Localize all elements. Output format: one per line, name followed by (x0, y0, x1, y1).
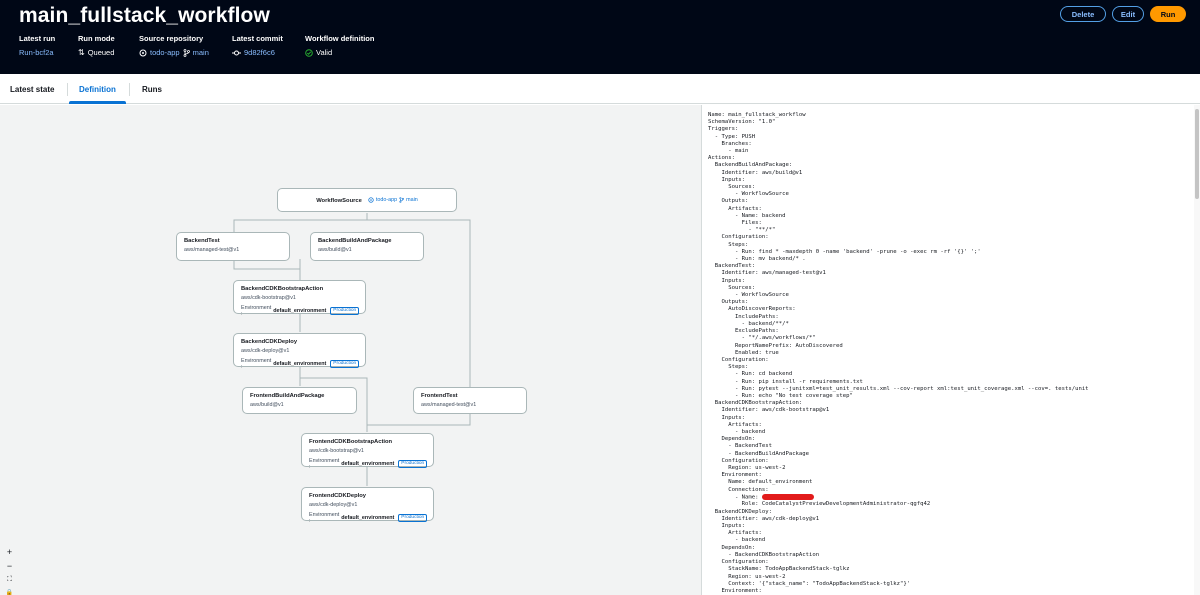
environment-label: Environment : (241, 358, 272, 370)
workflow-header: main_fullstack_workflow Latest run Run-b… (0, 0, 1200, 74)
yaml-text-before: Name: main_fullstack_workflow SchemaVers… (708, 112, 1089, 501)
workflow-definition-field: Workflow definition Valid (305, 34, 374, 57)
node-environment: Environment : default_environment Produc… (241, 358, 360, 370)
node-name: FrontendCDKBootstrapAction (309, 439, 393, 445)
tab-runs[interactable]: Runs (142, 74, 162, 104)
environment-badge: Production (330, 307, 360, 315)
queue-icon: ⇅ (78, 47, 85, 57)
node-environment: Environment : default_environment Produc… (309, 458, 428, 470)
branch-icon (183, 48, 190, 57)
latest-run-field: Latest run Run-bcf2a (19, 34, 55, 57)
environment-label: Environment : (309, 512, 340, 524)
node-environment: Environment : default_environment Produc… (241, 305, 360, 317)
workflow-definition-label: Workflow definition (305, 34, 375, 43)
header-actions: Delete Edit Run (1060, 6, 1186, 22)
action-node-frontend-test[interactable]: FrontendTest aws/managed-test@v1 (413, 387, 527, 414)
check-circle-icon (305, 48, 313, 57)
node-identifier: aws/managed-test@v1 (184, 247, 240, 253)
zoom-out-button[interactable]: − (3, 559, 16, 572)
node-name: BackendTest (184, 238, 220, 244)
latest-commit-value: 9d82f6c6 (232, 48, 283, 57)
node-identifier: aws/build@v1 (250, 402, 284, 408)
latest-run-link[interactable]: Run-bcf2a (19, 48, 55, 57)
environment-badge: Production (330, 360, 360, 368)
workflow-source-node[interactable]: WorkflowSource todo-app main (277, 188, 457, 212)
run-mode-value-wrap: ⇅ Queued (78, 48, 115, 57)
latest-run-label: Latest run (19, 34, 56, 43)
environment-name: default_environment (273, 308, 327, 314)
workflow-graph-canvas[interactable]: WorkflowSource todo-app main BackendTest… (0, 105, 701, 595)
tab-definition[interactable]: Definition (69, 74, 126, 104)
node-identifier: aws/cdk-bootstrap@v1 (309, 448, 364, 454)
yaml-definition-panel[interactable]: Name: main_fullstack_workflow SchemaVers… (701, 105, 1200, 595)
run-mode-field: Run mode ⇅ Queued (78, 34, 115, 57)
tab-latest-state[interactable]: Latest state (10, 74, 54, 104)
workflow-definition-status: Valid (316, 48, 333, 57)
action-node-frontend-build-and-package[interactable]: FrontendBuildAndPackage aws/build@v1 (242, 387, 357, 414)
zoom-in-button[interactable]: + (3, 545, 16, 558)
commit-link[interactable]: 9d82f6c6 (244, 48, 275, 57)
repo-link[interactable]: todo-app (150, 48, 180, 57)
action-node-backend-cdk-bootstrap[interactable]: BackendCDKBootstrapAction aws/cdk-bootst… (233, 280, 366, 317)
node-name: BackendBuildAndPackage (318, 238, 392, 244)
yaml-scrollbar[interactable] (1194, 105, 1200, 595)
commit-icon (232, 50, 241, 55)
action-node-frontend-cdk-bootstrap[interactable]: FrontendCDKBootstrapAction aws/cdk-boots… (301, 433, 434, 470)
source-repository-label: Source repository (139, 34, 204, 43)
delete-button[interactable]: Delete (1060, 6, 1106, 22)
environment-name: default_environment (341, 515, 395, 521)
scrollbar-thumb[interactable] (1195, 109, 1199, 199)
repo-icon (368, 197, 374, 203)
node-identifier: aws/managed-test@v1 (421, 402, 477, 408)
node-environment: Environment : default_environment Produc… (309, 512, 428, 524)
tab-bar: Latest state Definition Runs (0, 74, 1200, 104)
node-identifier: aws/build@v1 (318, 247, 352, 253)
node-name: FrontendCDKDeploy (309, 493, 367, 499)
action-node-backend-build-and-package[interactable]: BackendBuildAndPackage aws/build@v1 (310, 232, 424, 261)
environment-label: Environment : (241, 305, 272, 317)
node-identifier: aws/cdk-deploy@v1 (241, 348, 290, 354)
branch-icon (399, 197, 405, 203)
node-name: FrontendTest (421, 393, 458, 399)
node-branch-link[interactable]: main (406, 197, 418, 203)
tab-divider (67, 83, 68, 96)
node-identifier: aws/cdk-deploy@v1 (309, 502, 358, 508)
workflow-definition-value: Valid (305, 48, 374, 57)
lock-view-button[interactable]: 🔒 (3, 586, 16, 595)
node-name: WorkflowSource (316, 197, 362, 204)
source-repository-value: todo-app main (139, 48, 209, 57)
action-node-frontend-cdk-deploy[interactable]: FrontendCDKDeploy aws/cdk-deploy@v1 Envi… (301, 487, 434, 524)
redaction-mark (761, 493, 814, 500)
fit-view-button[interactable]: ⛶ (3, 573, 16, 586)
environment-badge: Production (398, 514, 428, 522)
action-node-backend-test[interactable]: BackendTest aws/managed-test@v1 (176, 232, 290, 261)
run-mode-label: Run mode (78, 34, 115, 43)
run-mode-value: Queued (87, 48, 115, 57)
node-repo-link[interactable]: todo-app (376, 197, 397, 203)
latest-commit-label: Latest commit (232, 34, 283, 43)
yaml-code: Name: main_fullstack_workflow SchemaVers… (702, 105, 1200, 595)
yaml-text-after: Role: CodeCatalystPreviewDevelopmentAdmi… (714, 501, 931, 594)
node-name: FrontendBuildAndPackage (250, 393, 325, 399)
node-name: BackendCDKDeploy (241, 339, 298, 345)
environment-name: default_environment (341, 461, 395, 467)
latest-commit-field: Latest commit 9d82f6c6 (232, 34, 283, 57)
environment-label: Environment : (309, 458, 340, 470)
environment-name: default_environment (273, 361, 327, 367)
node-identifier: aws/cdk-bootstrap@v1 (241, 295, 296, 301)
node-source-link[interactable]: todo-app main (368, 197, 418, 203)
page-title: main_fullstack_workflow (19, 4, 270, 27)
run-button[interactable]: Run (1150, 6, 1186, 22)
edit-button[interactable]: Edit (1112, 6, 1144, 22)
source-repository-field: Source repository todo-app main (139, 34, 209, 57)
environment-badge: Production (398, 460, 428, 468)
node-name: BackendCDKBootstrapAction (241, 286, 324, 292)
repo-icon (139, 49, 147, 56)
action-node-backend-cdk-deploy[interactable]: BackendCDKDeploy aws/cdk-deploy@v1 Envir… (233, 333, 366, 370)
tab-divider (129, 83, 130, 96)
branch-link[interactable]: main (193, 48, 209, 57)
